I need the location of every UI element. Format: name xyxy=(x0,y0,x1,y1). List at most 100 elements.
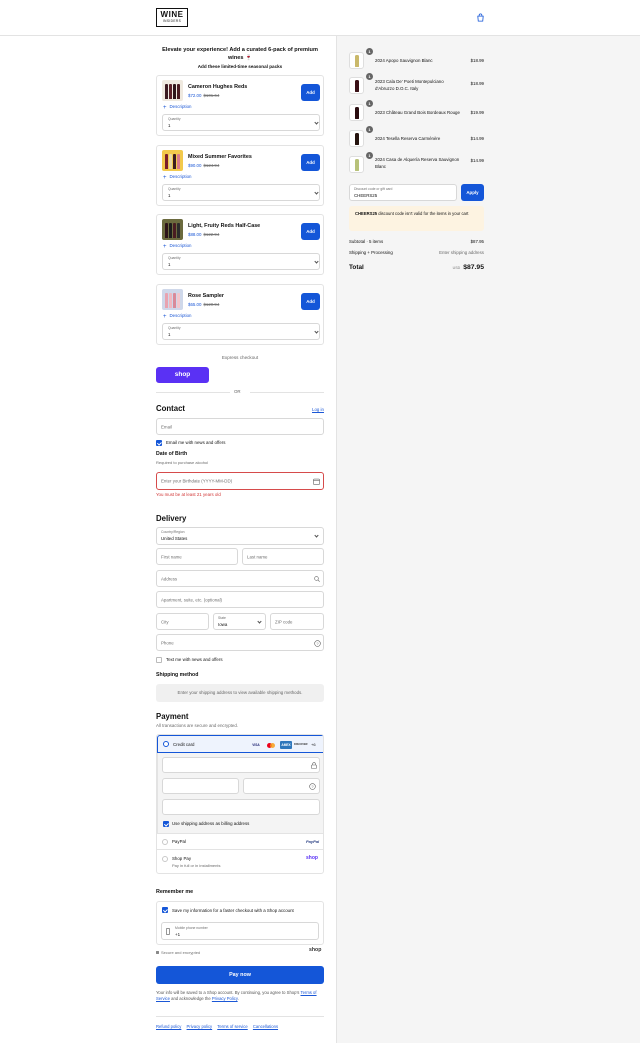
paypal-radio[interactable] xyxy=(162,839,168,845)
secure-note: Secure and encrypted xyxy=(156,950,200,955)
total-value: $87.95 xyxy=(463,264,484,271)
name-on-card-field[interactable] xyxy=(162,799,320,815)
phone-field[interactable]: Phone ? xyxy=(156,634,324,651)
credit-card-radio[interactable] xyxy=(163,741,169,747)
discount-code-field[interactable]: Discount code or gift card CHEERS25 xyxy=(349,184,457,201)
chevron-down-icon xyxy=(257,619,262,624)
description-toggle[interactable]: + Description xyxy=(163,104,191,111)
paypal-label: PayPal xyxy=(172,839,186,844)
total-amount: USD $87.95 xyxy=(440,264,484,271)
country-select[interactable]: Country/Region United States xyxy=(156,527,324,545)
privacy-policy-link[interactable]: Privacy Policy xyxy=(212,996,238,1001)
text-offers-label: Text me with news and offers xyxy=(166,657,223,662)
text-offers-checkbox[interactable] xyxy=(156,657,162,663)
sale-price: $88.00 xyxy=(188,232,202,237)
sale-price: $65.00 xyxy=(188,302,202,307)
address-placeholder: Address xyxy=(161,576,178,581)
bag-icon[interactable] xyxy=(476,13,485,22)
discount-notice: CHEERS25 discount code isn't valid for t… xyxy=(349,206,484,231)
city-field[interactable]: City xyxy=(156,613,209,630)
terms-of-service-footer-link[interactable]: Terms of service xyxy=(217,1024,247,1029)
last-name-field[interactable]: Last name xyxy=(242,548,324,565)
mobile-label: Mobile phone number xyxy=(175,926,208,930)
login-link[interactable]: Log in xyxy=(312,407,324,412)
line-item-name: 2024 Apopo Sauvignon Blanc xyxy=(375,58,433,63)
product-name: Cameron Hughes Reds xyxy=(188,84,248,90)
birthdate-placeholder: Enter your Birthdate (YYYY-MM-DD) xyxy=(161,478,233,484)
billing-address-label: Use shipping address as billing address xyxy=(172,821,250,826)
card-number-field[interactable] xyxy=(162,757,320,773)
state-select[interactable]: State Iowa xyxy=(213,613,266,630)
add-button[interactable]: Add xyxy=(301,84,320,101)
quantity-label: Quantity xyxy=(168,117,181,121)
help-icon[interactable]: ? xyxy=(314,640,321,647)
address-field[interactable]: Address xyxy=(156,570,324,587)
add-button[interactable]: Add xyxy=(301,293,320,310)
quantity-value: 1 xyxy=(168,262,171,267)
upsell-card: Mixed Summer Favorites $90.00 $124.94 Add… xyxy=(156,145,324,206)
email-field[interactable]: Email xyxy=(156,418,324,435)
shop-pay-radio[interactable] xyxy=(162,856,168,862)
description-label: Description xyxy=(169,174,192,179)
billing-address-checkbox[interactable] xyxy=(163,821,169,827)
product-image xyxy=(349,104,364,121)
save-info-checkbox[interactable] xyxy=(162,907,168,913)
refund-policy-link[interactable]: Refund policy xyxy=(156,1024,181,1029)
payment-subtitle: All transactions are secure and encrypte… xyxy=(156,723,239,728)
privacy-policy-footer-link[interactable]: Privacy policy xyxy=(187,1024,213,1029)
card-fields: ? Use shipping address as billing addres… xyxy=(157,753,323,833)
product-image xyxy=(162,80,183,101)
quantity-value: 1 xyxy=(168,193,171,198)
save-info-label: Save my information for a faster checkou… xyxy=(172,908,294,913)
upsell-card: Rose Sampler $65.00 $120.94 Add + Descript… xyxy=(156,284,324,345)
apply-button[interactable]: Apply xyxy=(461,184,484,201)
news-checkbox[interactable] xyxy=(156,440,162,446)
legal-text: Your info will be saved to a Shop accoun… xyxy=(156,990,324,1003)
add-button[interactable]: Add xyxy=(301,154,320,171)
chevron-down-icon xyxy=(314,259,319,264)
quantity-badge: 1 xyxy=(366,73,373,80)
chevron-down-icon xyxy=(314,329,319,334)
quantity-label: Quantity xyxy=(168,326,181,330)
mobile-phone-icon xyxy=(166,928,170,935)
pay-now-button[interactable]: Pay now xyxy=(156,966,324,984)
description-toggle[interactable]: + Description xyxy=(163,313,191,320)
credit-card-option[interactable]: Credit card VISA AMEX DISCOVER +6 xyxy=(157,735,323,753)
amex-icon: AMEX xyxy=(280,741,292,749)
quantity-badge: 1 xyxy=(366,100,373,107)
paypal-option[interactable]: PayPal PayPal xyxy=(157,833,323,849)
security-code-field[interactable]: ? xyxy=(243,778,320,794)
cancellations-link[interactable]: Cancellations xyxy=(253,1024,278,1029)
shop-pay-label: Shop Pay xyxy=(172,856,192,861)
quantity-select[interactable]: Quantity 1 xyxy=(162,184,320,201)
email-placeholder: Email xyxy=(161,424,172,429)
expiration-field[interactable] xyxy=(162,778,239,794)
add-button[interactable]: Add xyxy=(301,223,320,240)
product-name: Mixed Summer Favorites xyxy=(188,154,252,160)
description-label: Description xyxy=(169,243,192,248)
description-toggle[interactable]: + Description xyxy=(163,243,191,250)
apartment-field[interactable]: Apartment, suite, etc. (optional) xyxy=(156,591,324,608)
mobile-phone-field[interactable]: Mobile phone number +1 xyxy=(161,922,319,940)
zip-field[interactable]: ZIP code xyxy=(270,613,324,630)
shop-pay-option[interactable]: Shop Pay Pay in full or in installments … xyxy=(157,849,323,873)
quantity-select[interactable]: Quantity 1 xyxy=(162,253,320,270)
birthdate-field[interactable]: Enter your Birthdate (YYYY-MM-DD) xyxy=(156,472,324,490)
quantity-select[interactable]: Quantity 1 xyxy=(162,114,320,131)
wine-insiders-logo[interactable]: WINE INSIDERS xyxy=(156,8,188,27)
product-price: $72.00 $101.64 xyxy=(188,93,219,98)
first-name-field[interactable]: First name xyxy=(156,548,238,565)
first-name-placeholder: First name xyxy=(161,554,182,559)
dob-subtitle: Required to purchase alcohol xyxy=(156,460,209,465)
plus-icon: + xyxy=(163,313,167,320)
help-icon[interactable]: ? xyxy=(309,783,316,790)
footer-divider xyxy=(156,1016,324,1017)
subtotal-label: Subtotal · 5 items xyxy=(349,239,384,244)
shop-pay-button[interactable]: shop xyxy=(156,367,209,383)
dob-heading: Date of Birth xyxy=(156,451,188,457)
plus-icon: + xyxy=(163,104,167,111)
description-toggle[interactable]: + Description xyxy=(163,174,191,181)
product-price: $65.00 $120.94 xyxy=(188,302,219,307)
quantity-select[interactable]: Quantity 1 xyxy=(162,323,320,340)
quantity-badge: 1 xyxy=(366,48,373,55)
